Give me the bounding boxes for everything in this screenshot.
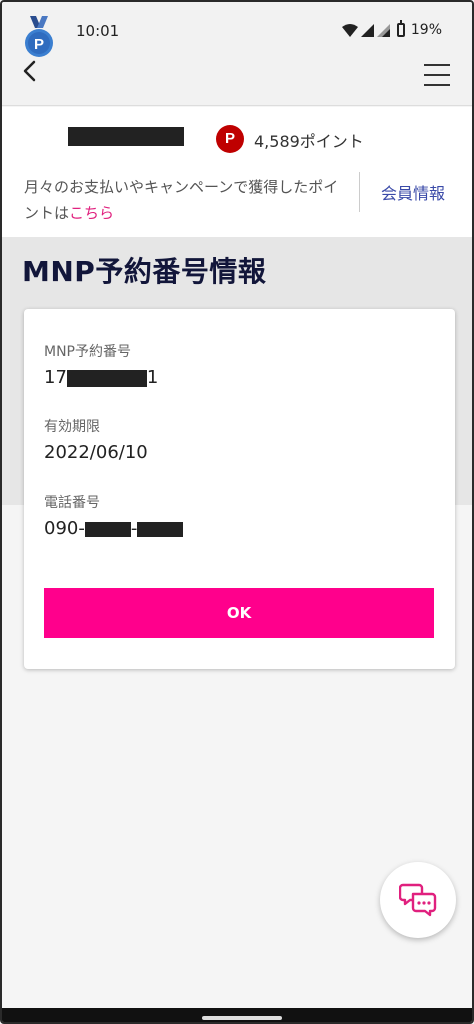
mnp-number-label: MNP予約番号 [44,344,131,360]
mnp-number-prefix: 17 [44,367,67,388]
phone-mask-1 [84,521,131,537]
point-badge-icon: P [216,125,244,153]
masked-user-name [68,127,184,146]
phone-value: 090- - [44,518,184,539]
status-time: 10:01 [76,22,120,40]
mnp-number-suffix: 1 [146,367,159,388]
phone-mask-2 [137,521,184,537]
point-description: 月々のお支払いやキャンペーンで獲得したポイントはこちら [24,174,344,226]
mnp-number-mask [66,369,147,387]
app-frame: 10:01 19% P P 4,589ポイント 月々のお支払いやキャンペーンで獲… [0,0,474,1024]
phone-prefix: 090- [44,518,85,539]
chat-support-icon [399,883,437,917]
rank-medal-icon: P [25,16,53,57]
phone-label: 電話番号 [44,495,100,511]
back-arrow-icon[interactable] [18,58,44,84]
signal-icon [360,23,374,37]
expiry-label: 有効期限 [44,419,100,435]
vertical-divider [359,172,360,212]
hamburger-menu-icon[interactable] [424,64,450,86]
page-title: MNP予約番号情報 [22,255,267,288]
svg-text:P: P [34,36,44,53]
expiry-value: 2022/06/10 [44,442,148,463]
mnp-info-card: MNP予約番号 17 1 有効期限 2022/06/10 電話番号 090- - O… [24,309,455,669]
chat-support-button[interactable] [380,862,456,938]
point-detail-link[interactable]: こちら [69,204,114,222]
status-icons: 19% [341,20,442,38]
battery-level: 19% [410,22,442,38]
ok-button[interactable]: OK [44,588,434,638]
home-indicator[interactable] [202,1016,282,1020]
wifi-icon [341,23,358,37]
nav-bar [2,46,472,106]
point-balance: 4,589ポイント [254,132,364,151]
signal-icon-2 [376,23,390,37]
battery-icon [396,20,405,37]
status-bar: 10:01 19% [2,2,472,46]
member-info-link[interactable]: 会員情報 [381,180,445,204]
mnp-number-value: 17 1 [44,367,158,388]
